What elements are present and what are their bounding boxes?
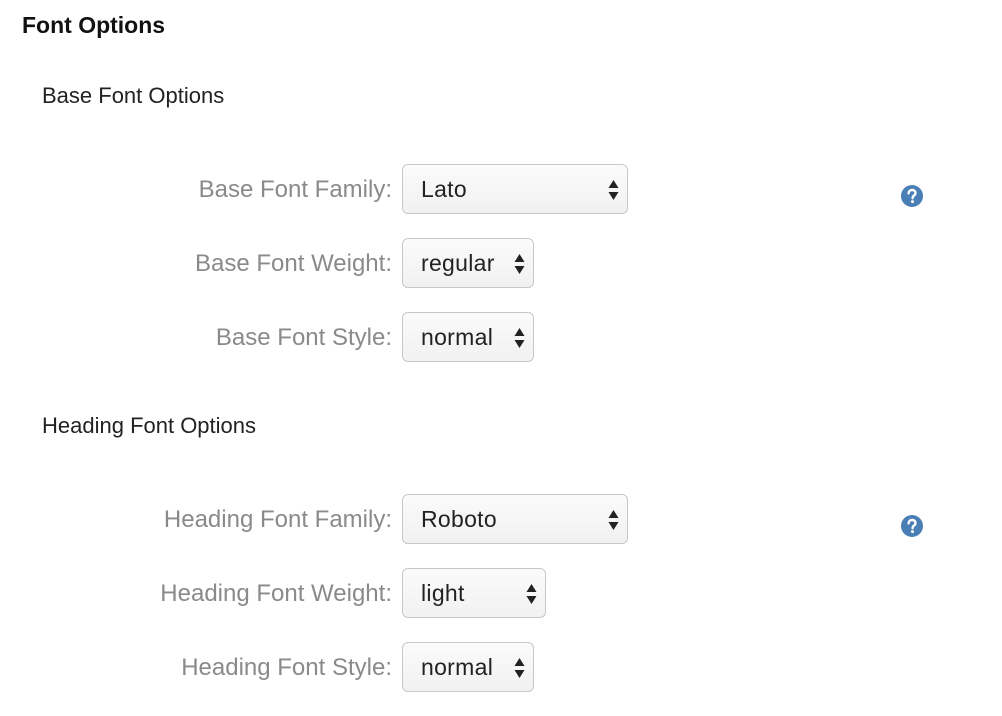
heading-font-weight-value: light xyxy=(421,580,465,606)
base-font-style-row: Base Font Style: normal xyxy=(0,312,1002,364)
base-font-style-value: normal xyxy=(421,324,494,350)
select-arrows-icon xyxy=(514,254,525,274)
base-font-help-icon[interactable] xyxy=(901,185,923,207)
heading-font-family-label: Heading Font Family: xyxy=(163,506,392,533)
heading-font-style-select[interactable]: normal xyxy=(402,642,534,692)
heading-font-weight-select[interactable]: light xyxy=(402,568,546,618)
heading-font-family-row: Heading Font Family: Roboto xyxy=(0,494,1002,546)
heading-font-section-title: Heading Font Options xyxy=(42,413,257,438)
heading-font-family-value: Roboto xyxy=(421,506,497,532)
base-font-style-label: Base Font Style: xyxy=(215,324,392,351)
heading-font-help-icon[interactable] xyxy=(901,515,923,537)
heading-font-style-label: Heading Font Style: xyxy=(181,654,392,681)
select-arrows-icon xyxy=(608,180,619,200)
select-arrows-icon xyxy=(514,328,525,348)
base-font-section-title: Base Font Options xyxy=(42,83,225,108)
base-font-family-row: Base Font Family: Lato xyxy=(0,164,1002,216)
heading-font-style-value: normal xyxy=(421,654,494,680)
base-font-weight-value: regular xyxy=(421,250,495,276)
select-arrows-icon xyxy=(608,510,619,530)
heading-font-family-select[interactable]: Roboto xyxy=(402,494,628,544)
heading-font-style-row: Heading Font Style: normal xyxy=(0,642,1002,694)
page-title: Font Options xyxy=(22,12,166,38)
base-font-weight-label: Base Font Weight: xyxy=(195,250,392,277)
base-font-family-select[interactable]: Lato xyxy=(402,164,628,214)
select-arrows-icon xyxy=(526,584,537,604)
heading-font-weight-row: Heading Font Weight: light xyxy=(0,568,1002,620)
base-font-family-value: Lato xyxy=(421,176,467,202)
font-options-panel: Font Options Base Font Options Base Font… xyxy=(0,0,1002,716)
base-font-weight-row: Base Font Weight: regular xyxy=(0,238,1002,290)
base-font-weight-select[interactable]: regular xyxy=(402,238,534,288)
base-font-family-label: Base Font Family: xyxy=(198,176,392,203)
base-font-style-select[interactable]: normal xyxy=(402,312,534,362)
select-arrows-icon xyxy=(514,658,525,678)
heading-font-weight-label: Heading Font Weight: xyxy=(160,580,392,607)
